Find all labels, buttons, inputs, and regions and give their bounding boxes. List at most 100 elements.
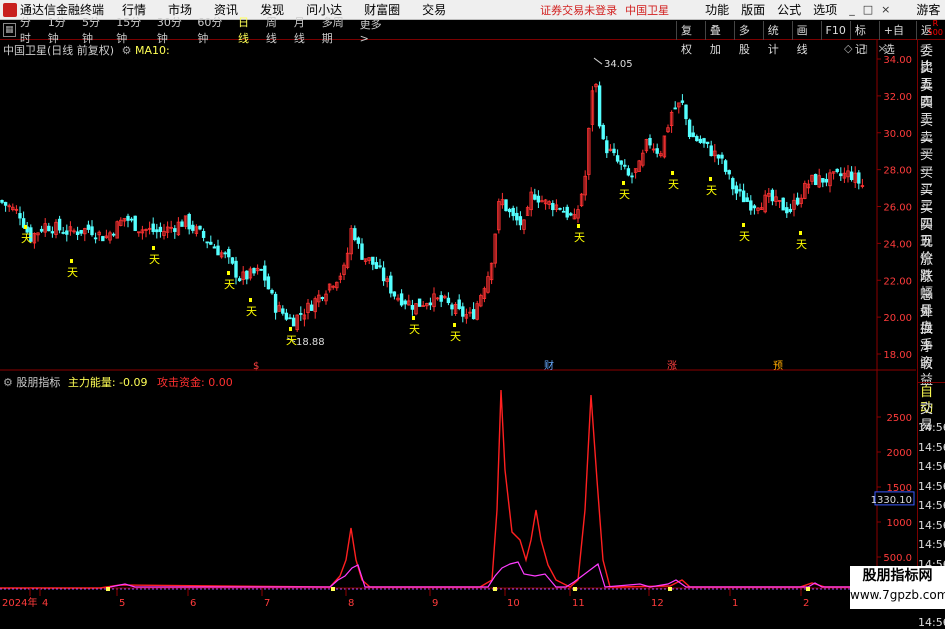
low-price-label: 18.88: [296, 337, 325, 348]
time-label-1: 4: [42, 598, 48, 609]
candle-body: [745, 197, 749, 202]
candle-body: [381, 267, 386, 282]
candle-body: [655, 148, 659, 154]
period-toolbar: ▦ 分时 1分钟 5分钟 15分钟 30分钟 60分钟 日线 周线 月线 多周期…: [0, 16, 945, 56]
price-label-8: 18.00: [883, 350, 912, 361]
candle-body: [212, 246, 217, 249]
sub-axis-label-1: 2000: [887, 448, 912, 459]
candle-body: [266, 276, 271, 290]
candle-body: [201, 230, 206, 238]
candle-body: [518, 216, 523, 226]
chart-controls: ◇ ▯ ×: [844, 42, 887, 55]
candle-body: [270, 289, 274, 294]
sub-settings-icon[interactable]: ⚙: [3, 376, 13, 389]
candle-body: [198, 225, 202, 230]
mark-button[interactable]: 标记: [849, 20, 879, 56]
draw-line-button[interactable]: 画线: [791, 20, 821, 56]
candle-body: [533, 194, 537, 200]
candle-body: [371, 256, 375, 265]
candle-body: [698, 138, 703, 143]
signal-label-7: 天: [450, 330, 461, 343]
price-label-3: 28.00: [883, 166, 912, 177]
candle-body: [360, 243, 364, 260]
candle-body: [417, 298, 422, 307]
close-panel-icon[interactable]: ×: [878, 42, 887, 55]
candle-body: [428, 302, 433, 306]
time-label-4: 7: [264, 598, 270, 609]
candle-body: [605, 140, 609, 154]
grid-toggle-icon[interactable]: ▦: [3, 23, 16, 37]
candle-body: [446, 297, 451, 304]
multi-stock-button[interactable]: 多股: [733, 20, 763, 56]
candle-body: [439, 295, 443, 302]
time-label-3: 6: [190, 598, 196, 609]
candle-body: [180, 221, 184, 227]
main-chart-title-row: 中国卫星(日线 前复权) ⚙ MA10:: [3, 42, 170, 58]
candle-body: [403, 300, 407, 305]
candle-body: [716, 154, 721, 159]
candle-body: [392, 291, 397, 297]
candle-body: [129, 218, 134, 221]
login-status[interactable]: 证券交易未登录: [540, 2, 617, 18]
menu-formula[interactable]: 公式: [777, 1, 801, 18]
adjust-button[interactable]: 复权: [676, 20, 705, 56]
sub-axis-label-3: 1000: [887, 518, 912, 529]
candle-body: [399, 293, 404, 306]
candle-body: [781, 197, 785, 211]
signal-dot-5: [289, 327, 292, 331]
signal-dot-4: [249, 298, 252, 302]
signal-dot-8: [577, 224, 580, 228]
baseline-dot-0: [106, 587, 110, 591]
candle-body: [824, 178, 829, 183]
candle-body: [788, 208, 793, 212]
app-logo-icon: [3, 2, 17, 17]
minimize-button[interactable]: _: [849, 3, 855, 16]
panel-time-5: 14:56: [918, 518, 945, 532]
menu-function[interactable]: 功能: [705, 1, 729, 18]
candle-body: [551, 203, 555, 211]
event-marker-0: $: [253, 361, 259, 372]
attack-fund-line: [109, 561, 870, 588]
candle-body: [288, 317, 292, 320]
signal-label-11: 天: [706, 184, 717, 197]
candle-body: [511, 207, 515, 217]
watermark-title: 股朋指标网: [862, 568, 933, 584]
overlay-button[interactable]: 叠加: [704, 20, 734, 56]
energy-line: [0, 389, 870, 589]
collapse-icon[interactable]: ◇: [844, 42, 852, 55]
menu-trade[interactable]: 交易: [422, 1, 446, 18]
stats-button[interactable]: 统计: [762, 20, 792, 56]
candle-body: [320, 297, 325, 300]
panel-time-0: 14:56: [918, 421, 945, 434]
signal-label-5: 天: [286, 334, 297, 347]
candle-body: [702, 138, 706, 144]
sub-axis-label-0: 2500: [887, 413, 912, 424]
candle-body: [558, 207, 562, 210]
candle-body: [565, 206, 569, 218]
panel-divider: [918, 382, 945, 383]
candle-body: [723, 160, 728, 172]
sub-chart-title: 股朋指标: [16, 376, 61, 389]
close-button[interactable]: ×: [881, 3, 890, 16]
menu-options[interactable]: 选项: [813, 1, 837, 18]
corner-num: 500: [927, 28, 943, 37]
candle-body: [259, 268, 263, 271]
candle-body: [752, 205, 757, 209]
add-watchlist-button[interactable]: +自选: [878, 20, 916, 56]
settings-icon[interactable]: ⚙: [122, 44, 132, 57]
panel-time-10: 14:56: [918, 616, 945, 629]
candle-body: [684, 104, 688, 120]
f10-button[interactable]: F10: [820, 20, 850, 40]
kline-chart-svg[interactable]: 34.00 32.00 30.00 28.00 26.00 24.00 22.00 20.00…: [0, 40, 916, 609]
swap-icon[interactable]: ▯: [862, 42, 868, 55]
maximize-button[interactable]: □: [863, 3, 873, 16]
candle-body: [741, 190, 746, 203]
candle-body: [281, 308, 285, 314]
candle-body: [378, 265, 382, 268]
menu-layout[interactable]: 版面: [741, 1, 765, 18]
guest-account[interactable]: 游客: [916, 1, 940, 18]
chart-area[interactable]: 34.00 32.00 30.00 28.00 26.00 24.00 22.00 20.00…: [0, 40, 916, 609]
watermark: 股朋指标网 www.7gpzb.com: [850, 566, 945, 609]
candle-body: [0, 200, 4, 203]
signal-dot-9: [622, 181, 625, 185]
